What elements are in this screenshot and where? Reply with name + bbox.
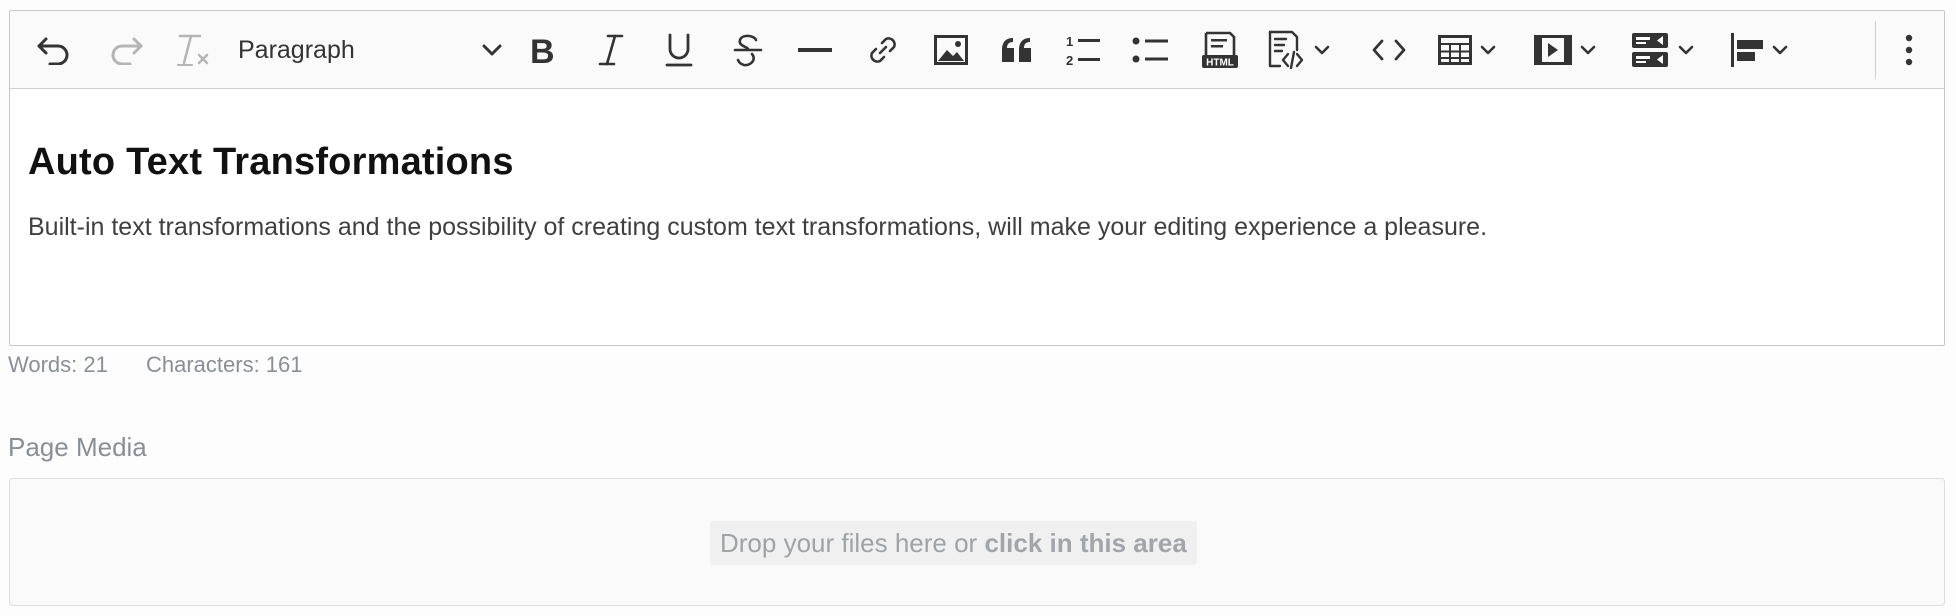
chevron-down-icon <box>1772 45 1788 54</box>
file-dropzone[interactable]: Drop your files here or click in this ar… <box>9 478 1945 606</box>
dropzone-link[interactable]: click in this area <box>984 528 1186 558</box>
link-icon <box>870 36 896 63</box>
horizontal-line-button[interactable] <box>798 25 832 75</box>
editor-toolbar: Paragraph B 1 2 HTML <box>10 11 1944 89</box>
word-count: Words: 21 Characters: 161 <box>8 352 303 378</box>
dropzone-text: Drop your files here or <box>720 528 985 558</box>
block-quote-button[interactable] <box>1000 25 1034 75</box>
link-button[interactable] <box>866 25 900 75</box>
content-heading: Auto Text Transformations <box>28 141 514 183</box>
bulleted-list-button[interactable] <box>1132 25 1168 75</box>
more-vertical-icon <box>1905 34 1913 65</box>
insert-table-button[interactable] <box>1438 25 1496 75</box>
underline-button[interactable] <box>664 25 694 75</box>
dropzone-hint[interactable]: Drop your files here or click in this ar… <box>710 521 1197 565</box>
numbered-list-button[interactable]: 1 2 <box>1064 25 1102 75</box>
rich-text-editor: Paragraph B 1 2 HTML Auto Text Transform… <box>9 10 1945 346</box>
svg-text:2: 2 <box>1066 53 1073 67</box>
more-button[interactable] <box>1904 25 1914 75</box>
strikethrough-button[interactable] <box>732 25 764 75</box>
code-block-icon <box>1268 30 1304 69</box>
undo-icon <box>37 37 69 65</box>
word-count-words: Words: 21 <box>8 352 108 377</box>
bold-icon: B <box>530 33 555 67</box>
svg-text:HTML: HTML <box>1206 57 1234 68</box>
remove-format-icon <box>177 34 209 66</box>
code-icon <box>1372 39 1406 60</box>
undo-button[interactable] <box>36 25 72 75</box>
numbered-list-icon: 1 2 <box>1066 34 1100 67</box>
redo-icon <box>111 37 143 65</box>
heading-select-label: Paragraph <box>238 35 355 64</box>
bulleted-list-icon <box>1132 37 1168 62</box>
insert-media-button[interactable] <box>1534 25 1596 75</box>
strikethrough-icon <box>733 34 763 66</box>
chevron-down-icon <box>482 44 502 56</box>
align-left-icon <box>1731 32 1763 67</box>
media-icon <box>1534 34 1572 65</box>
quote-icon <box>1002 37 1031 62</box>
source-code-button[interactable] <box>1372 25 1406 75</box>
svg-text:B: B <box>530 33 555 67</box>
italic-button[interactable] <box>598 25 624 75</box>
editor-content[interactable]: Auto Text Transformations Built-in text … <box>10 89 1944 345</box>
word-count-characters: Characters: 161 <box>145 352 303 377</box>
chevron-down-icon <box>1314 45 1330 54</box>
templates-button[interactable] <box>1630 25 1694 75</box>
italic-icon <box>598 34 624 65</box>
html-icon: HTML <box>1202 31 1238 68</box>
html-embed-button[interactable]: HTML <box>1200 25 1240 75</box>
template-icon <box>1632 32 1668 67</box>
redo-button[interactable] <box>108 25 144 75</box>
chevron-down-icon <box>1580 45 1596 54</box>
page-media-label: Page Media <box>8 432 147 462</box>
heading-select[interactable]: Paragraph <box>232 25 502 75</box>
horizontal-line-icon <box>798 47 832 52</box>
chevron-down-icon <box>1480 45 1496 54</box>
table-icon <box>1438 34 1472 65</box>
insert-image-button[interactable] <box>934 25 968 75</box>
bold-button[interactable]: B <box>528 25 558 75</box>
svg-text:1: 1 <box>1066 34 1073 49</box>
toolbar-separator <box>1875 21 1876 79</box>
image-icon <box>934 34 968 65</box>
content-paragraph: Built-in text transformations and the po… <box>28 213 1488 241</box>
chevron-down-icon <box>1678 45 1694 54</box>
code-block-button[interactable] <box>1266 25 1330 75</box>
remove-format-button[interactable] <box>174 25 212 75</box>
alignment-button[interactable] <box>1730 25 1788 75</box>
underline-icon <box>665 33 693 66</box>
